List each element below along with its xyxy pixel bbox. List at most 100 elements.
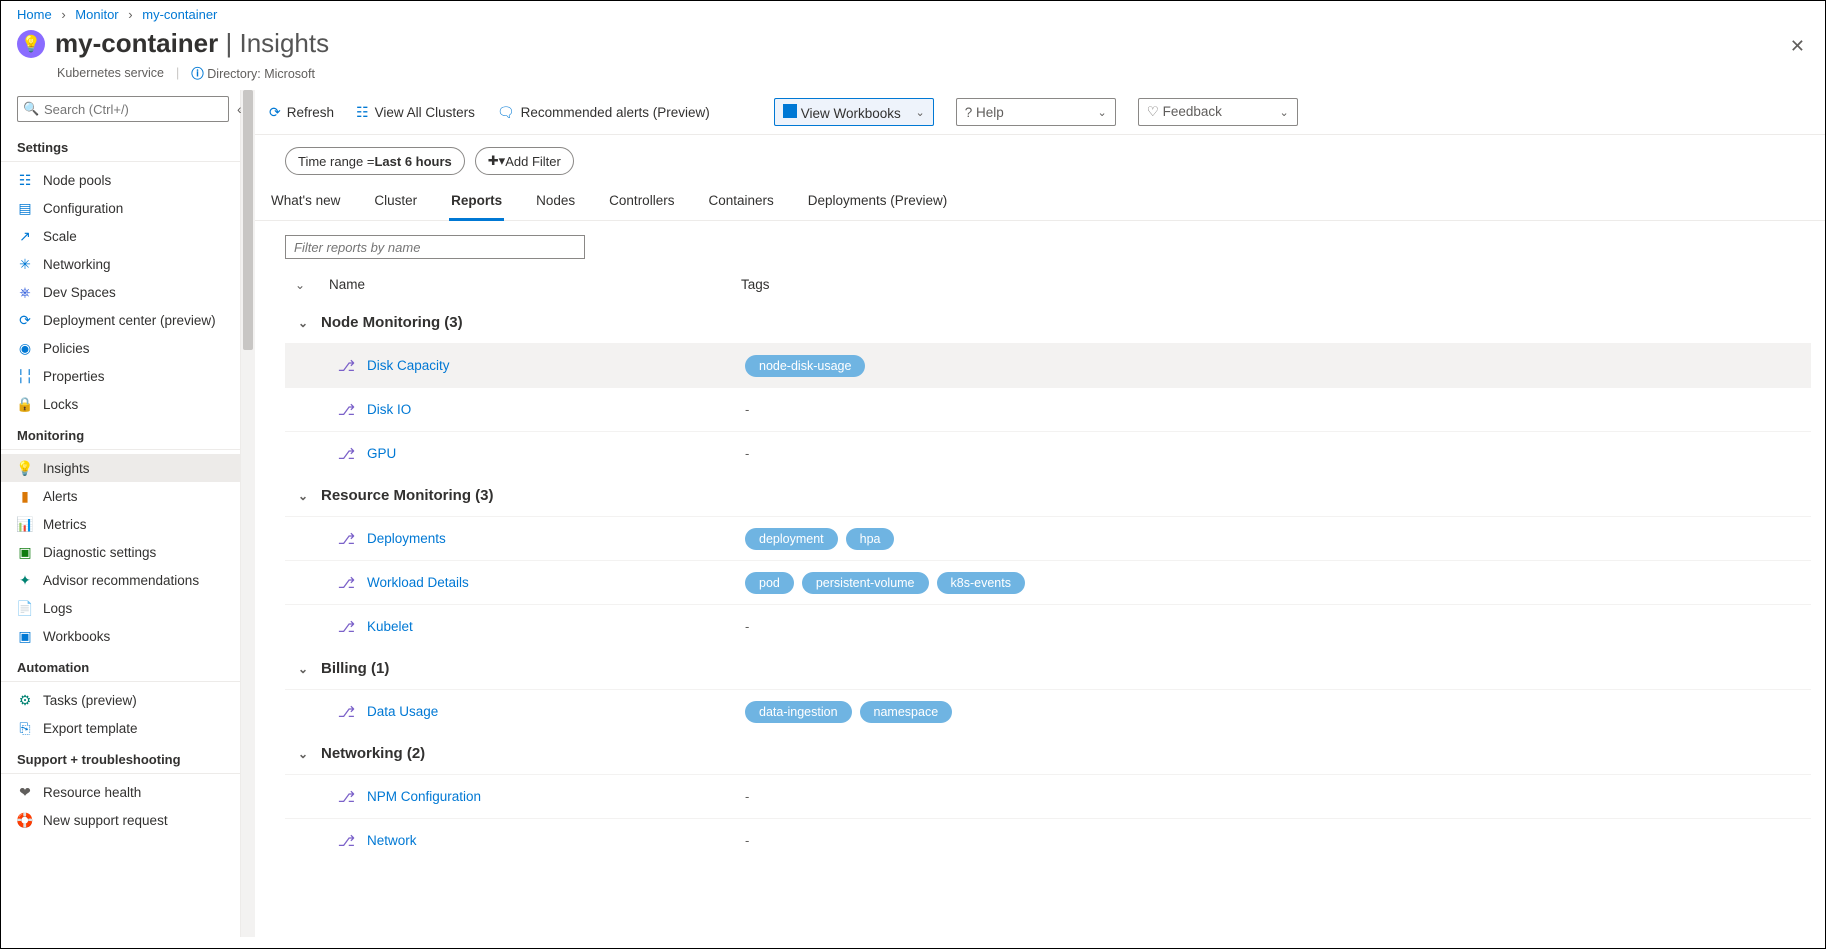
chevron-right-icon: › (128, 7, 132, 22)
view-all-clusters-button[interactable]: ☷View All Clusters (356, 104, 475, 121)
report-row[interactable]: ⎇Deploymentsdeploymenthpa (285, 516, 1811, 560)
sidebar-item-label: Deployment center (preview) (43, 313, 216, 328)
sidebar-group-title: Automation (1, 650, 240, 682)
report-link[interactable]: Network (367, 833, 417, 848)
report-link[interactable]: Kubelet (367, 619, 413, 634)
sidebar-item-icon: ☷ (17, 172, 33, 188)
sidebar-item-diagnostic-settings[interactable]: ▣Diagnostic settings (1, 538, 240, 566)
tag: hpa (846, 528, 895, 550)
breadcrumb-home[interactable]: Home (17, 7, 52, 22)
report-link[interactable]: Disk IO (367, 402, 411, 417)
sidebar-item-scale[interactable]: ↗Scale (1, 222, 240, 250)
report-tags: - (741, 619, 1811, 634)
sidebar-item-label: Resource health (43, 785, 141, 800)
feedback-dropdown[interactable]: ♡ Feedback⌄ (1138, 98, 1298, 126)
sidebar-item-tasks-preview-[interactable]: ⚙Tasks (preview) (1, 686, 240, 714)
filter-bar: Time range = Last 6 hours ✚▾ Add Filter (255, 135, 1825, 183)
sidebar-item-icon: ╎╎ (17, 368, 33, 384)
sidebar-item-policies[interactable]: ◉Policies (1, 334, 240, 362)
search-input[interactable] (17, 96, 229, 122)
report-link[interactable]: Disk Capacity (367, 358, 450, 373)
sidebar-item-logs[interactable]: 📄Logs (1, 594, 240, 622)
report-tags: - (741, 789, 1811, 804)
report-group-header[interactable]: ⌄Billing (1) (285, 648, 1811, 689)
group-title: Node Monitoring (3) (321, 314, 463, 331)
filter-reports-input[interactable] (285, 235, 585, 259)
sidebar-item-icon: ⎈ (17, 284, 33, 300)
tab-reports[interactable]: Reports (449, 187, 504, 221)
sidebar-item-icon: ⎘ (17, 720, 33, 736)
sidebar-item-workbooks[interactable]: ▣Workbooks (1, 622, 240, 650)
sidebar-item-configuration[interactable]: ▤Configuration (1, 194, 240, 222)
report-row[interactable]: ⎇ Disk Capacity node-disk-usage (285, 343, 1811, 387)
sidebar-item-metrics[interactable]: 📊Metrics (1, 510, 240, 538)
breadcrumb-monitor[interactable]: Monitor (75, 7, 118, 22)
refresh-button[interactable]: ⟳Refresh (269, 104, 334, 121)
report-group-header[interactable]: ⌄Resource Monitoring (3) (285, 475, 1811, 516)
report-tags: node-disk-usage (741, 355, 1811, 377)
sidebar-item-networking[interactable]: ✳Networking (1, 250, 240, 278)
column-name-header[interactable]: Name (321, 277, 741, 292)
report-row[interactable]: ⎇Kubelet- (285, 604, 1811, 648)
sidebar-item-advisor-recommendations[interactable]: ✦Advisor recommendations (1, 566, 240, 594)
tag: deployment (745, 528, 838, 550)
chevron-down-icon[interactable]: ⌄ (285, 316, 321, 330)
tab-controllers[interactable]: Controllers (607, 187, 676, 220)
sidebar-item-export-template[interactable]: ⎘Export template (1, 714, 240, 742)
sidebar-item-properties[interactable]: ╎╎ Properties (1, 362, 240, 390)
sidebar-item-node-pools[interactable]: ☷Node pools (1, 166, 240, 194)
recommended-alerts-button[interactable]: 🗨Recommended alerts (Preview) (497, 104, 710, 121)
empty-tags: - (745, 789, 749, 804)
add-filter-button[interactable]: ✚▾ Add Filter (475, 147, 574, 175)
sidebar-item-resource-health[interactable]: ❤ Resource health (1, 778, 240, 806)
sidebar-item-locks[interactable]: 🔒Locks (1, 390, 240, 418)
tab-containers[interactable]: Containers (706, 187, 775, 220)
tab-nodes[interactable]: Nodes (534, 187, 577, 220)
time-range-filter[interactable]: Time range = Last 6 hours (285, 147, 465, 175)
sidebar-item-new-support-request[interactable]: 🛟New support request (1, 806, 240, 834)
close-icon[interactable]: ✕ (1790, 36, 1805, 57)
search-icon: 🔍 (23, 101, 39, 117)
group-title: Resource Monitoring (3) (321, 487, 494, 504)
page-title: my-container | Insights (55, 28, 329, 59)
sidebar: 🔍 « Settings☷Node pools▤Configuration↗Sc… (1, 90, 241, 937)
report-row[interactable]: ⎇Disk IO- (285, 387, 1811, 431)
tab-whats-new[interactable]: What's new (269, 187, 342, 220)
report-row[interactable]: ⎇GPU- (285, 431, 1811, 475)
report-row[interactable]: ⎇NPM Configuration- (285, 774, 1811, 818)
sidebar-item-deployment-center-preview-[interactable]: ⟳Deployment center (preview) (1, 306, 240, 334)
insights-bulb-icon: 💡 (17, 30, 45, 58)
scrollbar[interactable] (241, 90, 255, 937)
report-row[interactable]: ⎇Network- (285, 818, 1811, 862)
report-group-header[interactable]: ⌄Node Monitoring (3) (285, 302, 1811, 343)
chevron-down-icon[interactable]: ⌄ (295, 278, 305, 292)
empty-tags: - (745, 446, 749, 461)
report-row[interactable]: ⎇Workload Detailspodpersistent-volumek8s… (285, 560, 1811, 604)
sidebar-group-title: Support + troubleshooting (1, 742, 240, 774)
report-row[interactable]: ⎇Data Usagedata-ingestionnamespace (285, 689, 1811, 733)
sidebar-item-dev-spaces[interactable]: ⎈Dev Spaces (1, 278, 240, 306)
sidebar-item-label: Configuration (43, 201, 123, 216)
help-dropdown[interactable]: ? Help⌄ (956, 98, 1116, 126)
sidebar-item-alerts[interactable]: ▮Alerts (1, 482, 240, 510)
sidebar-item-icon: ❤ (17, 784, 33, 800)
directory-label: Directory: Microsoft (207, 67, 315, 81)
chevron-down-icon[interactable]: ⌄ (285, 489, 321, 503)
report-link[interactable]: Deployments (367, 531, 446, 546)
report-link[interactable]: GPU (367, 446, 396, 461)
report-link[interactable]: NPM Configuration (367, 789, 481, 804)
chevron-down-icon[interactable]: ⌄ (285, 747, 321, 761)
report-icon: ⎇ (321, 357, 361, 375)
column-tags-header[interactable]: Tags (741, 277, 1811, 292)
tab-deployments[interactable]: Deployments (Preview) (806, 187, 950, 220)
report-group-header[interactable]: ⌄Networking (2) (285, 733, 1811, 774)
report-link[interactable]: Workload Details (367, 575, 469, 590)
report-link[interactable]: Data Usage (367, 704, 438, 719)
sidebar-item-label: Properties (43, 369, 105, 384)
sidebar-item-insights[interactable]: 💡Insights (1, 454, 240, 482)
report-tags: deployment hpa (741, 528, 1811, 550)
tab-cluster[interactable]: Cluster (372, 187, 419, 220)
view-workbooks-dropdown[interactable]: View Workbooks⌄ (774, 98, 934, 126)
chevron-down-icon: ⌄ (916, 106, 925, 119)
chevron-down-icon[interactable]: ⌄ (285, 662, 321, 676)
